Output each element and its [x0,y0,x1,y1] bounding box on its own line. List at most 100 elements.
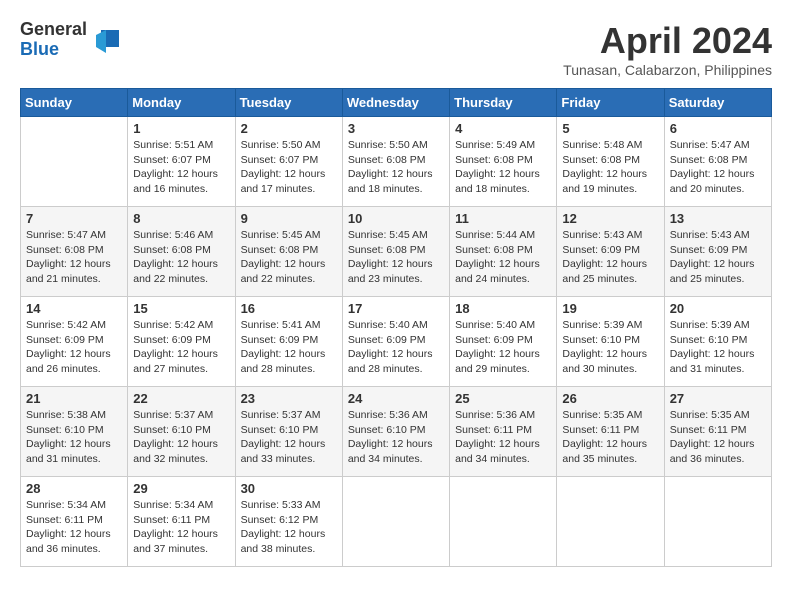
location: Tunasan, Calabarzon, Philippines [563,62,772,78]
day-number: 23 [241,391,337,406]
month-title: April 2024 [563,20,772,62]
day-info: Sunrise: 5:34 AM Sunset: 6:11 PM Dayligh… [26,498,122,557]
day-info: Sunrise: 5:47 AM Sunset: 6:08 PM Dayligh… [670,138,766,197]
day-number: 30 [241,481,337,496]
day-info: Sunrise: 5:39 AM Sunset: 6:10 PM Dayligh… [670,318,766,377]
calendar-week-2: 7 Sunrise: 5:47 AM Sunset: 6:08 PM Daylig… [21,207,772,297]
calendar-cell [342,477,449,567]
day-number: 11 [455,211,551,226]
calendar-cell: 8Sunrise: 5:46 AM Sunset: 6:08 PM Daylig… [128,207,235,297]
calendar-cell: 11 Sunrise: 5:44 AM Sunset: 6:08 PM Dayli… [450,207,557,297]
day-number: 22 [133,391,229,406]
day-number: 27 [670,391,766,406]
day-info: Sunrise: 5:38 AM Sunset: 6:10 PM Dayligh… [26,408,122,467]
day-info: Sunrise: 5:42 AM Sunset: 6:09 PM Dayligh… [133,318,229,377]
calendar-cell: 7 Sunrise: 5:47 AM Sunset: 6:08 PM Daylig… [21,207,128,297]
calendar-cell: 28 Sunrise: 5:34 AM Sunset: 6:11 PM Dayli… [21,477,128,567]
day-number: 28 [26,481,122,496]
weekday-header-monday: Monday [128,89,235,117]
day-info: Sunrise: 5:39 AM Sunset: 6:10 PM Dayligh… [562,318,658,377]
calendar-cell: 16 Sunrise: 5:41 AM Sunset: 6:09 PM Dayli… [235,297,342,387]
day-number: 25 [455,391,551,406]
day-info: Sunrise: 5:36 AM Sunset: 6:10 PM Dayligh… [348,408,444,467]
day-info: Sunrise: 5:34 AM Sunset: 6:11 PM Dayligh… [133,498,229,557]
calendar-cell: 13 Sunrise: 5:43 AM Sunset: 6:09 PM Dayli… [664,207,771,297]
day-number: 21 [26,391,122,406]
day-number: 13 [670,211,766,226]
calendar-cell: 15 Sunrise: 5:42 AM Sunset: 6:09 PM Dayli… [128,297,235,387]
weekday-header-tuesday: Tuesday [235,89,342,117]
day-number: 24 [348,391,444,406]
day-info: Sunrise: 5:41 AM Sunset: 6:09 PM Dayligh… [241,318,337,377]
day-info: Sunrise: 5:43 AM Sunset: 6:09 PM Dayligh… [562,228,658,287]
day-info: Sunrise: 5:49 AM Sunset: 6:08 PM Dayligh… [455,138,551,197]
day-number: 1 [133,121,229,136]
calendar-cell: 17 Sunrise: 5:40 AM Sunset: 6:09 PM Dayli… [342,297,449,387]
day-number: 7 [26,211,122,226]
calendar-cell: 3 Sunrise: 5:50 AM Sunset: 6:08 PM Daylig… [342,117,449,207]
day-info: Sunrise: 5:47 AM Sunset: 6:08 PM Dayligh… [26,228,122,287]
calendar-cell [557,477,664,567]
calendar-cell: 18Sunrise: 5:40 AM Sunset: 6:09 PM Dayli… [450,297,557,387]
calendar-cell: 29 Sunrise: 5:34 AM Sunset: 6:11 PM Dayli… [128,477,235,567]
calendar-cell: 14 Sunrise: 5:42 AM Sunset: 6:09 PM Dayli… [21,297,128,387]
weekday-header-sunday: Sunday [21,89,128,117]
logo-text: General Blue [20,20,87,60]
day-info: Sunrise: 5:44 AM Sunset: 6:08 PM Dayligh… [455,228,551,287]
day-number: 3 [348,121,444,136]
day-number: 18 [455,301,551,316]
weekday-header-saturday: Saturday [664,89,771,117]
day-info: Sunrise: 5:50 AM Sunset: 6:08 PM Dayligh… [348,138,444,197]
day-number: 9 [241,211,337,226]
day-info: Sunrise: 5:45 AM Sunset: 6:08 PM Dayligh… [348,228,444,287]
calendar-cell: 30 Sunrise: 5:33 AM Sunset: 6:12 PM Dayli… [235,477,342,567]
calendar-cell: 24 Sunrise: 5:36 AM Sunset: 6:10 PM Dayli… [342,387,449,477]
day-number: 14 [26,301,122,316]
day-info: Sunrise: 5:35 AM Sunset: 6:11 PM Dayligh… [562,408,658,467]
calendar-cell: 22 Sunrise: 5:37 AM Sunset: 6:10 PM Dayli… [128,387,235,477]
title-section: April 2024 Tunasan, Calabarzon, Philippi… [563,20,772,78]
day-info: Sunrise: 5:45 AM Sunset: 6:08 PM Dayligh… [241,228,337,287]
weekday-header-row: SundayMondayTuesdayWednesdayThursdayFrid… [21,89,772,117]
calendar-cell [450,477,557,567]
calendar-cell: 1Sunrise: 5:51 AM Sunset: 6:07 PM Daylig… [128,117,235,207]
weekday-header-friday: Friday [557,89,664,117]
day-number: 8 [133,211,229,226]
day-number: 17 [348,301,444,316]
day-number: 12 [562,211,658,226]
calendar-cell: 25 Sunrise: 5:36 AM Sunset: 6:11 PM Dayli… [450,387,557,477]
day-number: 19 [562,301,658,316]
logo: General Blue [20,20,121,60]
calendar-cell: 26 Sunrise: 5:35 AM Sunset: 6:11 PM Dayli… [557,387,664,477]
day-info: Sunrise: 5:42 AM Sunset: 6:09 PM Dayligh… [26,318,122,377]
day-info: Sunrise: 5:37 AM Sunset: 6:10 PM Dayligh… [133,408,229,467]
calendar-cell: 23Sunrise: 5:37 AM Sunset: 6:10 PM Dayli… [235,387,342,477]
calendar-cell: 20 Sunrise: 5:39 AM Sunset: 6:10 PM Dayli… [664,297,771,387]
calendar-cell: 19 Sunrise: 5:39 AM Sunset: 6:10 PM Dayli… [557,297,664,387]
day-info: Sunrise: 5:40 AM Sunset: 6:09 PM Dayligh… [348,318,444,377]
calendar-cell: 10Sunrise: 5:45 AM Sunset: 6:08 PM Dayli… [342,207,449,297]
day-number: 16 [241,301,337,316]
day-number: 20 [670,301,766,316]
calendar-cell [664,477,771,567]
calendar-cell: 4Sunrise: 5:49 AM Sunset: 6:08 PM Daylig… [450,117,557,207]
calendar-cell: 12 Sunrise: 5:43 AM Sunset: 6:09 PM Dayli… [557,207,664,297]
logo-general: General [20,20,87,40]
day-number: 26 [562,391,658,406]
calendar-cell [21,117,128,207]
day-info: Sunrise: 5:33 AM Sunset: 6:12 PM Dayligh… [241,498,337,557]
day-number: 15 [133,301,229,316]
day-number: 29 [133,481,229,496]
calendar-cell: 21 Sunrise: 5:38 AM Sunset: 6:10 PM Dayli… [21,387,128,477]
calendar-cell: 27 Sunrise: 5:35 AM Sunset: 6:11 PM Dayli… [664,387,771,477]
calendar-week-3: 14 Sunrise: 5:42 AM Sunset: 6:09 PM Dayli… [21,297,772,387]
day-info: Sunrise: 5:43 AM Sunset: 6:09 PM Dayligh… [670,228,766,287]
calendar-cell: 5Sunrise: 5:48 AM Sunset: 6:08 PM Daylig… [557,117,664,207]
calendar-week-1: 1Sunrise: 5:51 AM Sunset: 6:07 PM Daylig… [21,117,772,207]
weekday-header-thursday: Thursday [450,89,557,117]
calendar-cell: 6Sunrise: 5:47 AM Sunset: 6:08 PM Daylig… [664,117,771,207]
day-info: Sunrise: 5:36 AM Sunset: 6:11 PM Dayligh… [455,408,551,467]
calendar-week-4: 21 Sunrise: 5:38 AM Sunset: 6:10 PM Dayli… [21,387,772,477]
logo-icon [91,25,121,55]
day-info: Sunrise: 5:35 AM Sunset: 6:11 PM Dayligh… [670,408,766,467]
